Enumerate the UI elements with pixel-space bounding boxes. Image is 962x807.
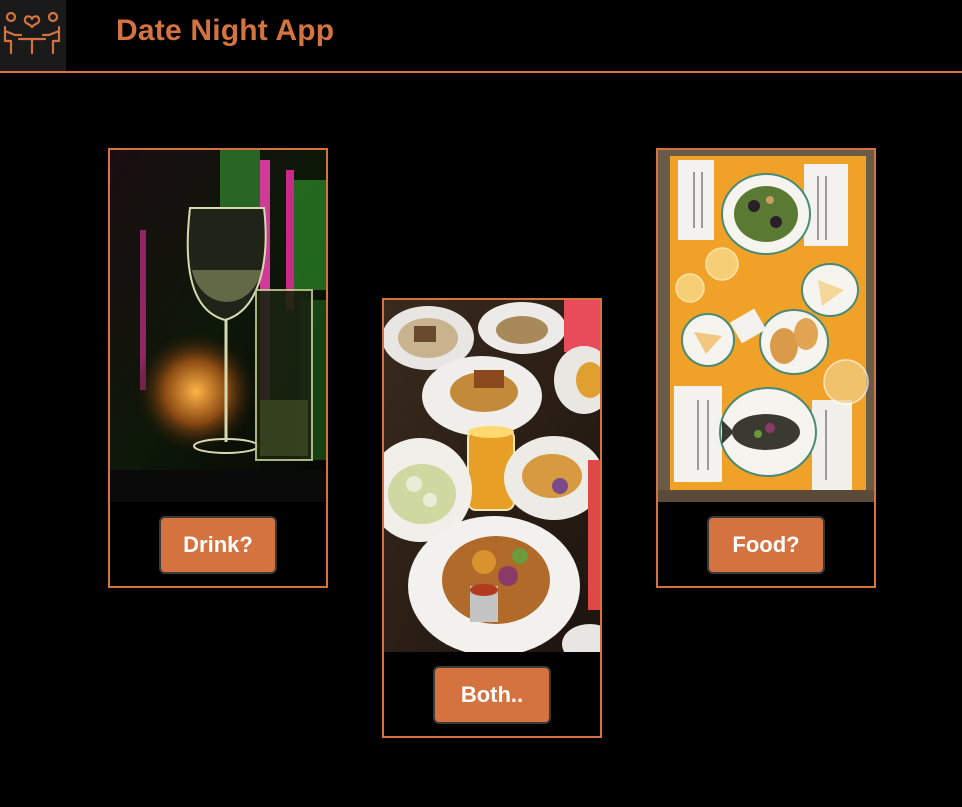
- both-photo: [384, 300, 600, 652]
- food-button[interactable]: Food?: [707, 516, 825, 574]
- both-card: Both..: [382, 298, 602, 738]
- both-button[interactable]: Both..: [433, 666, 551, 724]
- app-title: Date Night App: [116, 14, 335, 47]
- drink-photo: [110, 150, 326, 502]
- drink-button[interactable]: Drink?: [159, 516, 277, 574]
- couple-dining-icon: [0, 0, 66, 71]
- food-card: Food?: [656, 148, 876, 588]
- app-header: Date Night App: [0, 0, 962, 73]
- food-photo: [658, 150, 874, 502]
- drink-card: Drink?: [108, 148, 328, 588]
